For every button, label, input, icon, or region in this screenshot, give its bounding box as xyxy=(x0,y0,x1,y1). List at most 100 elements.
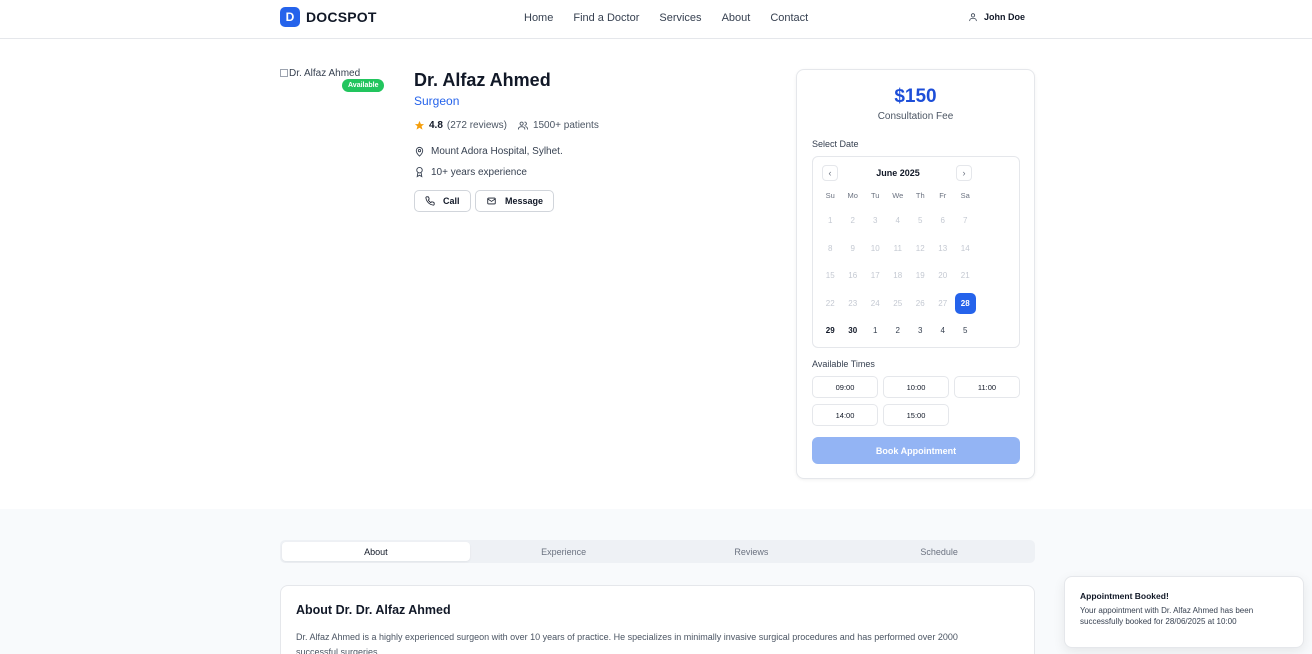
consultation-price: $150 xyxy=(894,86,937,107)
calendar-day-number: 18 xyxy=(893,271,903,281)
book-appointment-button[interactable]: Book Appointment xyxy=(812,437,1020,464)
patients-count: 1500+ patients xyxy=(532,120,599,131)
time-slot-button[interactable]: 15:00 xyxy=(883,404,949,426)
toast-message: Your appointment with Dr. Alfaz Ahmed ha… xyxy=(1080,606,1254,626)
weekday-label: Tu xyxy=(871,191,880,200)
doctor-photo-alt: Dr. Alfaz Ahmed xyxy=(289,68,361,79)
calendar-day-number: 7 xyxy=(963,216,968,226)
calendar-day-number: 2 xyxy=(850,216,855,226)
patients-icon xyxy=(517,120,529,131)
tab-reviews[interactable]: Reviews xyxy=(658,542,846,561)
weekday-label: We xyxy=(892,191,904,200)
call-label: Call xyxy=(443,196,460,206)
calendar-day: 6 xyxy=(932,207,955,235)
calendar-day-number: 22 xyxy=(825,298,835,308)
time-slot-button[interactable]: 10:00 xyxy=(883,376,949,398)
calendar-day-number: 19 xyxy=(915,271,925,281)
available-times-label: Available Times xyxy=(812,359,875,369)
phone-icon xyxy=(425,196,435,206)
message-button[interactable]: Message xyxy=(475,190,555,212)
location-pin-icon xyxy=(414,146,425,157)
calendar-day[interactable]: 2 xyxy=(887,317,910,345)
calendar-day: 11 xyxy=(887,235,910,263)
calendar-day: 20 xyxy=(932,262,955,290)
nav-home[interactable]: Home xyxy=(524,12,553,24)
calendar-day: 8 xyxy=(819,235,842,263)
calendar-day-number: 25 xyxy=(893,298,903,308)
consultation-fee-label: Consultation Fee xyxy=(877,111,954,122)
time-slot-button[interactable]: 11:00 xyxy=(954,376,1020,398)
calendar-day: 10 xyxy=(864,235,887,263)
calendar-day-number: 4 xyxy=(895,216,900,226)
calendar-day: 27 xyxy=(932,290,955,318)
time-slot-button[interactable]: 09:00 xyxy=(812,376,878,398)
calendar-day: 1 xyxy=(819,207,842,235)
brand-name: DOCSPOT xyxy=(306,9,377,25)
tab-schedule[interactable]: Schedule xyxy=(845,542,1033,561)
calendar-day-number: 16 xyxy=(848,271,858,281)
calendar-day-selected[interactable]: 28 xyxy=(954,290,977,318)
booking-card: $150 Consultation Fee Select Date ‹ June… xyxy=(796,69,1035,479)
time-slot-button[interactable]: 14:00 xyxy=(812,404,878,426)
calendar-day[interactable]: 30 xyxy=(842,317,865,345)
available-badge: Available xyxy=(342,79,385,92)
experience-row: 10+ years experience xyxy=(414,166,527,178)
logo-mark: D xyxy=(280,7,300,27)
calendar-day: 16 xyxy=(842,262,865,290)
calendar-day: 4 xyxy=(887,207,910,235)
calendar-day-number: 28 xyxy=(954,292,976,314)
calendar-day-number: 12 xyxy=(915,243,925,253)
calendar-day[interactable]: 3 xyxy=(909,317,932,345)
message-label: Message xyxy=(505,196,544,206)
calendar-day[interactable]: 5 xyxy=(954,317,977,345)
calendar-weekdays: Su Mo Tu We Th Fr Sa xyxy=(819,191,977,200)
select-date-label: Select Date xyxy=(812,139,859,149)
calendar-day[interactable]: 4 xyxy=(932,317,955,345)
rating-value: 4.8 xyxy=(429,120,443,131)
mail-icon xyxy=(486,196,497,206)
brand-logo[interactable]: D DOCSPOT xyxy=(280,7,377,27)
calendar-day-number: 1 xyxy=(828,216,833,226)
calendar-day-number: 3 xyxy=(918,326,923,336)
weekday-label: Th xyxy=(915,191,925,200)
tab-about[interactable]: About xyxy=(282,542,470,561)
about-text: Dr. Alfaz Ahmed is a highly experienced … xyxy=(296,632,958,654)
calendar-day-number: 9 xyxy=(850,243,855,253)
user-name: John Doe xyxy=(984,12,1026,22)
doctor-specialty: Surgeon xyxy=(414,94,460,108)
calendar-day[interactable]: 1 xyxy=(864,317,887,345)
calendar-day-number: 11 xyxy=(893,243,902,253)
nav-about[interactable]: About xyxy=(722,12,751,24)
nav-services[interactable]: Services xyxy=(659,12,701,24)
review-count[interactable]: (272 reviews) xyxy=(447,120,507,131)
weekday-label: Fr xyxy=(939,191,947,200)
calendar-day: 18 xyxy=(887,262,910,290)
calendar-day: 22 xyxy=(819,290,842,318)
nav-contact[interactable]: Contact xyxy=(770,12,808,24)
calendar-day: 5 xyxy=(909,207,932,235)
calendar-day-number: 8 xyxy=(828,243,833,253)
top-navbar: D DOCSPOT Home Find a Doctor Services Ab… xyxy=(0,0,1312,39)
calendar-day: 26 xyxy=(909,290,932,318)
about-card: About Dr. Dr. Alfaz Ahmed Dr. Alfaz Ahme… xyxy=(280,585,1035,654)
calendar-day-number: 27 xyxy=(938,298,948,308)
broken-image-icon xyxy=(280,69,288,78)
chevron-right-icon[interactable]: › xyxy=(956,165,972,181)
doctor-name: Dr. Alfaz Ahmed xyxy=(414,70,551,90)
main-nav: Home Find a Doctor Services About Contac… xyxy=(524,12,808,24)
weekday-label: Su xyxy=(825,191,835,200)
calendar-day-number: 1 xyxy=(873,326,878,336)
calendar-day-number: 24 xyxy=(870,298,880,308)
star-icon xyxy=(414,120,425,131)
booking-toast[interactable]: Appointment Booked! Your appointment wit… xyxy=(1064,576,1304,648)
calendar-day-number: 23 xyxy=(848,298,858,308)
user-menu[interactable]: John Doe xyxy=(968,12,1025,22)
weekday-label: Sa xyxy=(960,191,970,200)
calendar-day-number: 21 xyxy=(960,271,970,281)
calendar-day: 25 xyxy=(887,290,910,318)
nav-find-a-doctor[interactable]: Find a Doctor xyxy=(573,12,639,24)
tab-experience[interactable]: Experience xyxy=(470,542,658,561)
calendar-day-number: 26 xyxy=(915,298,925,308)
call-button[interactable]: Call xyxy=(414,190,471,212)
calendar-day[interactable]: 29 xyxy=(819,317,842,345)
